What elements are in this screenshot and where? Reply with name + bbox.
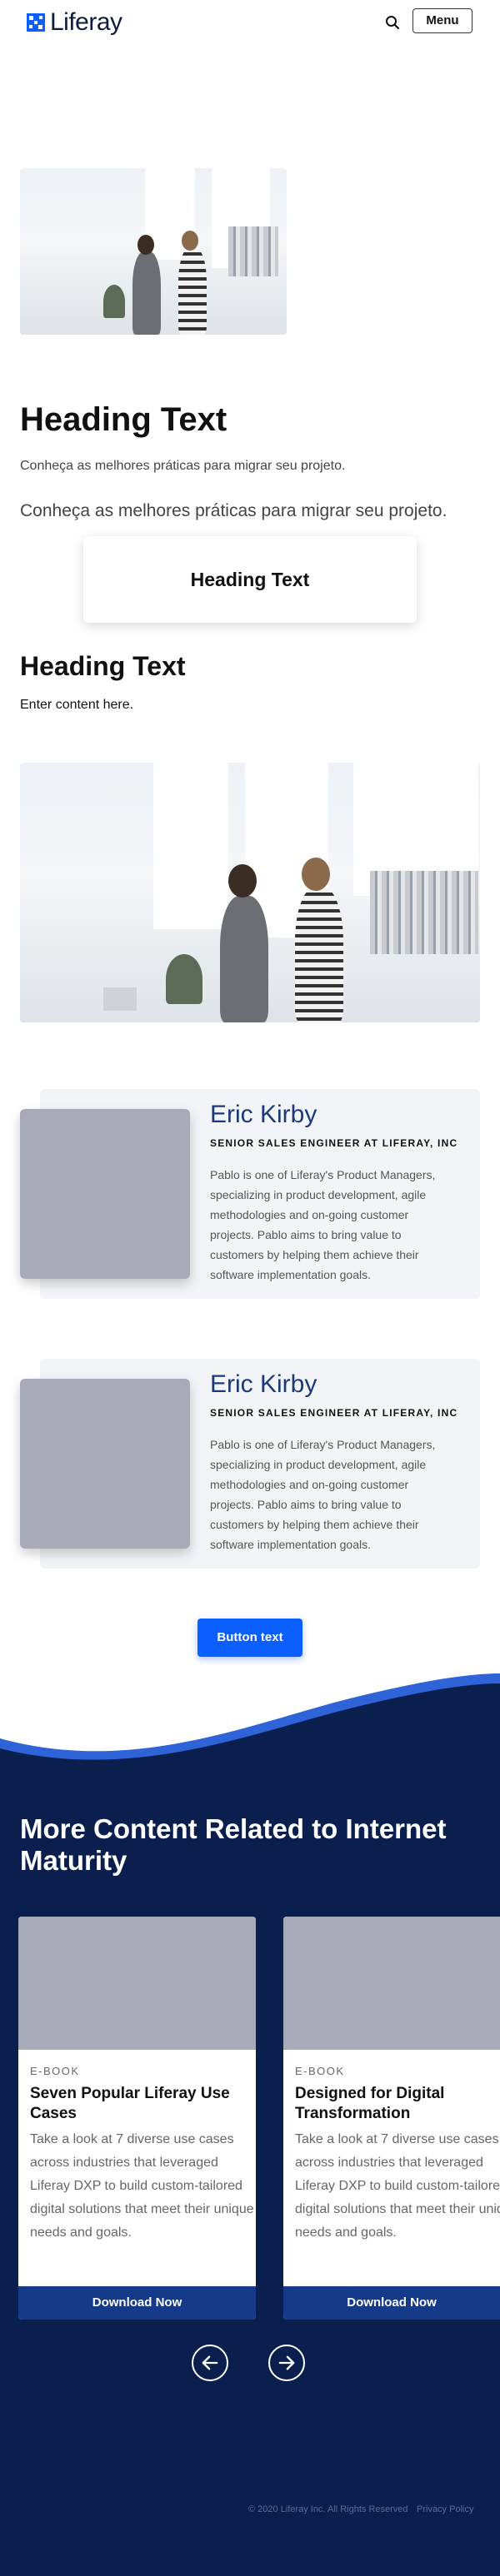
- profile-name: Eric Kirby: [210, 1101, 318, 1128]
- footer-copyright: © 2020 Liferay Inc. All Rights Reserved: [248, 2504, 408, 2514]
- download-button[interactable]: Download Now: [283, 2286, 500, 2320]
- card-description: Take a look at 7 diverse use cases acros…: [295, 2132, 500, 2240]
- card-description: Take a look at 7 diverse use cases acros…: [30, 2132, 254, 2240]
- search-icon[interactable]: [385, 15, 400, 30]
- profile-bio: Pablo is one of Liferay's Product Manage…: [210, 1168, 436, 1281]
- content-heading: Heading Text: [20, 651, 186, 681]
- profile-role: SENIOR SALES ENGINEER AT LIFERAY, INC: [210, 1137, 458, 1149]
- logo-text[interactable]: Liferay: [50, 8, 122, 37]
- profile-name: Eric Kirby: [210, 1370, 318, 1398]
- arrow-left-icon[interactable]: [192, 2345, 228, 2381]
- card-title: Seven Popular Liferay Use Cases: [30, 2085, 230, 2122]
- liferay-logo-icon[interactable]: [27, 13, 45, 32]
- content-body: Enter content here.: [20, 698, 134, 712]
- hero-image-large: [20, 763, 480, 1022]
- menu-button[interactable]: Menu: [412, 8, 472, 33]
- heading-card: Heading Text: [83, 536, 417, 623]
- card-title: Designed for Digital Transformation: [295, 2085, 445, 2122]
- profile-role: SENIOR SALES ENGINEER AT LIFERAY, INC: [210, 1407, 458, 1419]
- intro-heading: Heading Text: [20, 401, 228, 438]
- footer-privacy-link[interactable]: Privacy Policy: [417, 2504, 473, 2514]
- profile-photo: [20, 1109, 190, 1279]
- card-image: [283, 1917, 500, 2050]
- card-category: E-BOOK: [295, 2065, 345, 2077]
- content-card[interactable]: E-BOOK Seven Popular Liferay Use Cases T…: [18, 1917, 256, 2320]
- profile-photo: [20, 1379, 190, 1549]
- card-category: E-BOOK: [30, 2065, 80, 2077]
- intro-paragraph-small: Conheça as melhores práticas para migrar…: [20, 459, 346, 473]
- site-header: Liferay Menu: [0, 0, 500, 50]
- related-section-title: More Content Related to Internet Maturit…: [20, 1813, 447, 1876]
- profile-bio: Pablo is one of Liferay's Product Manage…: [210, 1438, 436, 1551]
- intro-paragraph-large: Conheça as melhores práticas para migrar…: [20, 501, 448, 520]
- arrow-right-icon[interactable]: [268, 2345, 305, 2381]
- primary-button[interactable]: Button text: [198, 1619, 302, 1657]
- hero-image-small: [20, 168, 287, 335]
- content-card[interactable]: E-BOOK Designed for Digital Transformati…: [283, 1917, 500, 2320]
- card-image: [18, 1917, 256, 2050]
- download-button[interactable]: Download Now: [18, 2286, 256, 2320]
